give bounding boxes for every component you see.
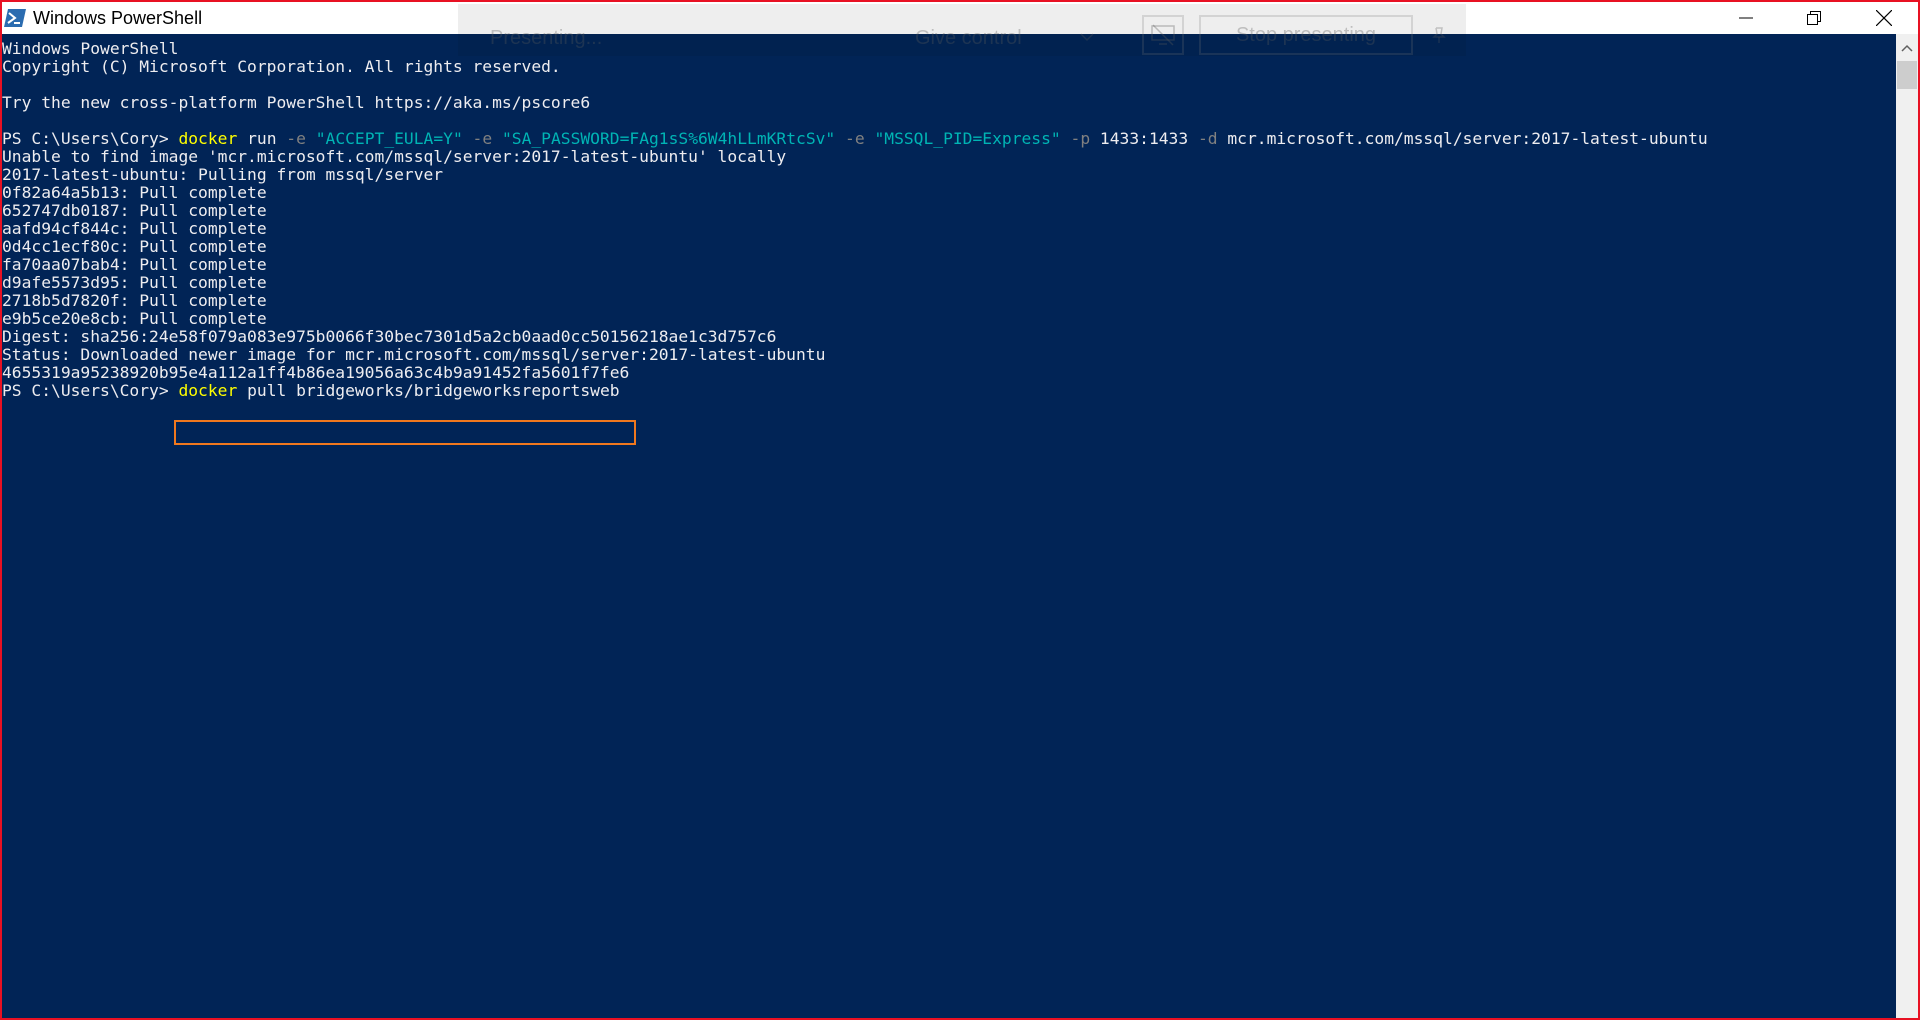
prompt: PS C:\Users\Cory> <box>2 381 179 400</box>
console-output[interactable]: Windows PowerShell Copyright (C) Microso… <box>2 34 1896 1018</box>
window-title: Windows PowerShell <box>33 8 203 28</box>
command-token: pull bridgeworks/bridgeworksreportsweb <box>237 381 620 400</box>
command-string: "MSSQL_PID=Express" <box>864 129 1071 148</box>
command-token: 1433:1433 <box>1090 129 1198 148</box>
scrollbar-thumb[interactable] <box>1897 61 1917 89</box>
docker-pull-command-line[interactable]: PS C:\Users\Cory> docker pull bridgework… <box>2 380 620 402</box>
close-icon <box>1876 10 1892 26</box>
command-param: -p <box>1070 129 1091 148</box>
restore-button[interactable] <box>1780 2 1848 34</box>
minimize-button[interactable] <box>1712 2 1780 34</box>
minimize-icon <box>1739 17 1753 19</box>
command-name: docker <box>178 381 238 400</box>
console-line: Try the new cross-platform PowerShell ht… <box>2 93 591 112</box>
console-line: Copyright (C) Microsoft Corporation. All… <box>2 57 561 76</box>
powershell-window: Windows PowerShell Presenting... Give co… <box>0 0 1920 1020</box>
vertical-scrollbar[interactable] <box>1896 34 1918 1018</box>
command-param: -e <box>845 129 865 148</box>
scroll-up-arrow-icon[interactable] <box>1901 44 1913 52</box>
command-param: -d <box>1197 129 1218 148</box>
close-button[interactable] <box>1850 2 1918 34</box>
powershell-icon <box>4 9 26 27</box>
restore-icon <box>1807 11 1821 25</box>
command-token: mcr.microsoft.com/mssql/server:2017-late… <box>1217 129 1708 148</box>
